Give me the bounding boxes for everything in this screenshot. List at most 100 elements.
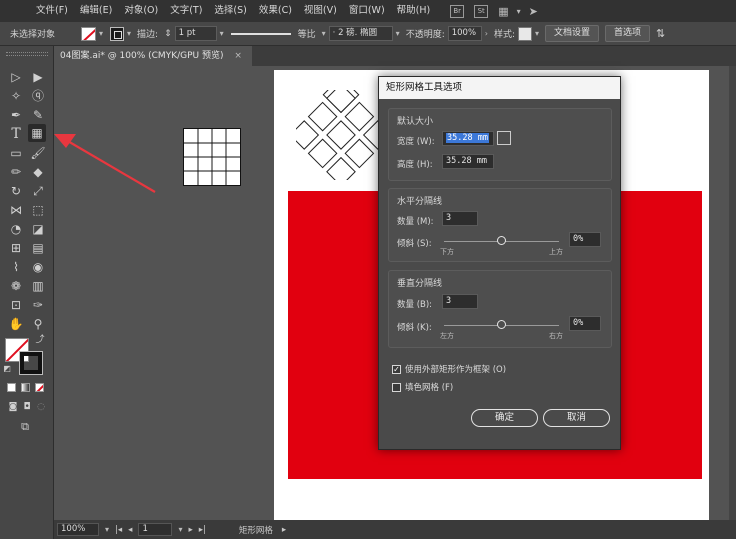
menu-help[interactable]: 帮助(H) [391,0,437,22]
menu-window[interactable]: 窗口(W) [343,0,391,22]
brush-definition-field[interactable]: · 2 磅. 椭圆 [328,26,393,41]
selection-tool-icon[interactable]: ▷ [7,68,25,86]
close-icon[interactable]: × [234,51,242,61]
shape-builder-tool-icon[interactable]: ◔ [7,220,25,238]
menu-object[interactable]: 对象(O) [118,0,164,22]
perspective-grid-tool-icon[interactable]: ◪ [29,220,47,238]
symbol-sprayer-tool-icon[interactable]: ❁ [7,277,25,295]
previous-artboard-icon[interactable]: ◂ [128,525,132,535]
vertical-scrollbar[interactable] [729,66,736,520]
bridge-badge[interactable]: Br [450,4,465,18]
type-tool-icon[interactable]: T [7,125,25,143]
stroke-weight-field[interactable]: 1 pt [174,26,217,41]
horizontal-skew-label: 倾斜 (S): [397,239,432,249]
magic-wand-tool-icon[interactable]: ✧ [7,87,25,105]
stepper-icon[interactable]: ⇕ [164,29,172,39]
free-transform-tool-icon[interactable]: ⬚ [29,201,47,219]
mesh-tool-icon[interactable]: ⊞ [7,239,25,257]
use-outer-rect-checkbox[interactable]: ✓ [392,365,401,374]
preferences-button[interactable]: 首选项 [605,25,651,42]
fill-grid-label[interactable]: 填色网格 (F) [405,381,453,393]
vertical-count-field[interactable]: 3 [442,294,478,309]
vertical-skew-value: 0% [573,318,584,328]
menu-view[interactable]: 视图(V) [298,0,343,22]
horizontal-skew-field[interactable]: 0% [569,232,601,247]
stroke-swatch[interactable] [110,26,125,41]
chevron-down-icon[interactable]: ▾ [396,29,400,38]
workspace-layout-icon[interactable]: ▦ [498,5,508,18]
cancel-button[interactable]: 取消 [543,409,610,427]
default-colors-icon[interactable]: ◩ [2,364,12,374]
opacity-label: 不透明度: [405,30,445,40]
fill-grid-checkbox[interactable] [392,383,401,392]
vertical-skew-slider[interactable] [497,320,506,329]
stroke-profile-preview[interactable] [230,32,291,35]
eyedropper-tool-icon[interactable]: ⌇ [7,258,25,276]
diamond-pattern[interactable] [296,90,386,180]
chevron-down-icon[interactable]: ▾ [127,29,131,38]
status-bar: 100% ▾ |◂ ◂ 1 ▾ ▸ ▸| 矩形网格 ▸ [54,520,736,539]
gradient-mode-button[interactable] [21,383,30,392]
chevron-down-icon[interactable]: ▾ [105,525,109,534]
horizontal-skew-slider[interactable] [497,236,506,245]
color-mode-button[interactable] [7,383,16,392]
zoom-tool-icon[interactable]: ⚲ [29,315,47,333]
reference-point-icon[interactable] [497,131,511,145]
lasso-tool-icon[interactable]: ⓠ [29,87,47,105]
next-artboard-icon[interactable]: ▸ [188,525,192,535]
width-field[interactable]: 35.28 mm [442,131,494,146]
first-artboard-icon[interactable]: |◂ [115,525,122,535]
use-outer-rect-label[interactable]: 使用外部矩形作为框架 (O) [405,363,506,375]
gradient-tool-icon[interactable]: ▤ [29,239,47,257]
rotate-tool-icon[interactable]: ↻ [7,182,25,200]
chevron-down-icon[interactable]: ▾ [220,29,224,38]
blend-tool-icon[interactable]: ◉ [29,258,47,276]
stroke-color-swatch[interactable] [19,351,43,375]
stock-badge[interactable]: St [474,4,489,18]
menu-file[interactable]: 文件(F) [30,0,74,22]
chevron-down-icon[interactable]: ▾ [517,7,521,16]
rectangle-tool-icon[interactable]: ▭ [7,144,25,162]
menu-edit[interactable]: 编辑(E) [74,0,118,22]
chevron-down-icon[interactable]: ▾ [99,29,103,38]
width-value: 35.28 mm [446,133,489,143]
hand-tool-icon[interactable]: ✋ [7,315,25,333]
chevron-right-icon[interactable]: › [485,29,488,38]
draw-inside-icon[interactable]: ◌ [32,398,50,416]
last-artboard-icon[interactable]: ▸| [199,525,206,535]
slice-tool-icon[interactable]: ✑ [29,296,47,314]
chevron-down-icon[interactable]: ▾ [535,29,539,38]
menu-effect[interactable]: 效果(C) [253,0,298,22]
zoom-field[interactable]: 100% [57,523,99,536]
horizontal-count-field[interactable]: 3 [442,211,478,226]
panel-grip[interactable] [6,52,48,56]
fill-swatch[interactable] [81,26,96,41]
menu-type[interactable]: 文字(T) [164,0,208,22]
send-icon[interactable]: ➤ [529,5,538,18]
none-slash [36,384,43,391]
height-field[interactable]: 35.28 mm [442,154,494,169]
menu-select[interactable]: 选择(S) [208,0,252,22]
opacity-field[interactable]: 100% [447,26,482,41]
shaper-tool-icon[interactable]: ✏ [7,163,25,181]
chevron-down-icon[interactable]: ▾ [178,525,182,534]
graphic-style-swatch[interactable] [517,26,532,41]
chevron-down-icon[interactable]: ▾ [322,29,326,38]
arrange-icon[interactable]: ⇅ [656,27,665,40]
stroke-label: 描边: [137,30,159,40]
screen-mode-icon[interactable]: ⧉ [16,418,34,436]
artboard-number-field[interactable]: 1 [138,523,173,536]
stroke-profile-label[interactable]: 等比 [298,27,316,40]
swap-colors-icon[interactable]: ⤴ [34,334,46,346]
pen-tool-icon[interactable]: ✒ [7,106,25,124]
column-graph-tool-icon[interactable]: ▥ [29,277,47,295]
vertical-skew-field[interactable]: 0% [569,316,601,331]
none-mode-button[interactable] [35,383,44,392]
artboard-tool-icon[interactable]: ⊡ [7,296,25,314]
ok-button[interactable]: 确定 [471,409,538,427]
width-tool-icon[interactable]: ⋈ [7,201,25,219]
status-menu-icon[interactable]: ▸ [282,525,286,535]
document-setup-button[interactable]: 文档设置 [545,25,600,42]
document-tab[interactable]: 04图案.ai* @ 100% (CMYK/GPU 预览) × [54,46,252,66]
direct-selection-tool-icon[interactable]: ▶ [29,68,47,86]
